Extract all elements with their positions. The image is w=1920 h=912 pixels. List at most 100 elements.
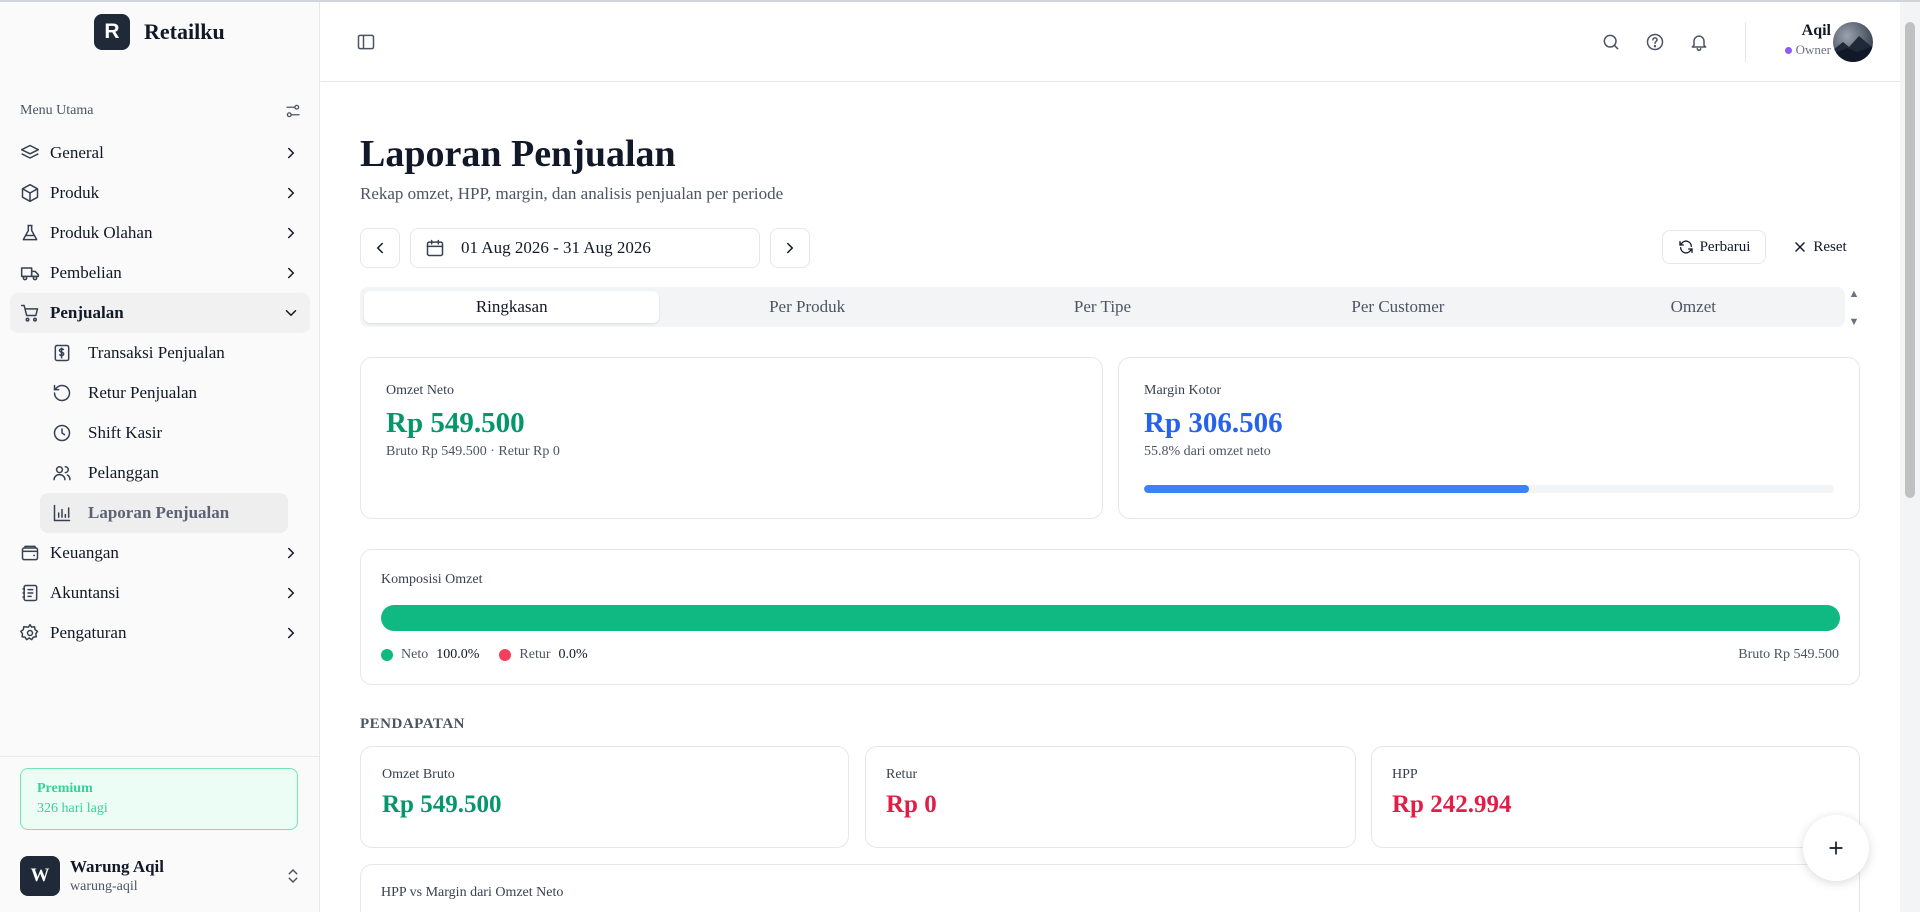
refresh-icon: [1678, 239, 1694, 255]
chevron-right-icon: [282, 184, 300, 202]
sidebar-subitem-shift-kasir[interactable]: Shift Kasir: [40, 413, 288, 453]
cart-icon: [20, 303, 40, 323]
calendar-icon: [425, 238, 445, 258]
next-period-button[interactable]: [770, 228, 810, 268]
bell-icon[interactable]: [1689, 32, 1709, 52]
margin-progress-track: [1144, 485, 1834, 493]
user-name: Aqil: [1801, 22, 1831, 39]
sidebar-subitem-retur-penjualan[interactable]: Retur Penjualan: [40, 373, 288, 413]
sidebar-divider: [0, 756, 320, 757]
omzet-neto-sub: Bruto Rp 549.500 · Retur Rp 0: [386, 444, 560, 459]
margin-progress-fill: [1144, 485, 1530, 493]
tab-omzet[interactable]: Omzet: [1546, 291, 1841, 323]
clock-icon: [52, 423, 72, 443]
help-icon[interactable]: [1645, 32, 1665, 52]
date-range-picker[interactable]: 01 Aug 2026 - 31 Aug 2026: [410, 228, 760, 268]
receipt-icon: [52, 343, 72, 363]
sidebar-subitem-label: Shift Kasir: [88, 423, 163, 442]
margin-kotor-sub: 55.8% dari omzet neto: [1144, 444, 1271, 459]
sidebar-toggle-icon[interactable]: [356, 32, 376, 52]
triangle-down-icon[interactable]: ▼: [1849, 316, 1860, 328]
search-icon[interactable]: [1601, 32, 1621, 52]
scrollbar-thumb[interactable]: [1905, 22, 1915, 498]
sidebar-item-label: Akuntansi: [50, 583, 120, 602]
tab-per-tipe[interactable]: Per Tipe: [955, 291, 1250, 323]
store-switcher[interactable]: W Warung Aqil warung-aqil: [20, 855, 302, 897]
legend-dot-neto: [381, 649, 393, 661]
refresh-label: Perbarui: [1699, 238, 1751, 255]
chevrons-up-down-icon: [284, 867, 302, 885]
legend-retur-value: 0.0%: [558, 647, 588, 662]
gear-icon: [20, 623, 40, 643]
store-slug: warung-aqil: [70, 879, 138, 894]
margin-kotor-label: Margin Kotor: [1144, 383, 1222, 398]
chevron-right-icon: [282, 584, 300, 602]
triangle-up-icon[interactable]: ▲: [1849, 288, 1860, 300]
tabs-scroll-arrows[interactable]: ▲ ▼: [1846, 288, 1862, 328]
sidebar-item-produk-olahan[interactable]: Produk Olahan: [10, 213, 310, 253]
tab-per-customer[interactable]: Per Customer: [1250, 291, 1545, 323]
page-subtitle: Rekap omzet, HPP, margin, dan analisis p…: [360, 184, 784, 203]
sidebar-subitem-transaksi-penjualan[interactable]: Transaksi Penjualan: [40, 333, 288, 373]
header-divider: [1745, 22, 1746, 62]
refresh-button[interactable]: Perbarui: [1662, 230, 1766, 264]
omzet-neto-label: Omzet Neto: [386, 383, 455, 398]
premium-badge[interactable]: Premium 326 hari lagi: [20, 768, 298, 830]
sidebar-item-akuntansi[interactable]: Akuntansi: [10, 573, 310, 613]
user-menu[interactable]: Aqil Owner: [1761, 22, 1831, 58]
undo-icon: [52, 383, 72, 403]
premium-title: Premium: [37, 781, 93, 796]
sidebar-subitem-laporan-penjualan[interactable]: Laporan Penjualan: [40, 493, 288, 533]
chevron-right-icon: [282, 144, 300, 162]
sidebar-item-pembelian[interactable]: Pembelian: [10, 253, 310, 293]
hpp-vs-margin-label: HPP vs Margin dari Omzet Neto: [381, 885, 564, 900]
close-icon: [1793, 240, 1807, 254]
reset-button[interactable]: Reset: [1788, 230, 1852, 264]
sidebar-subitem-pelanggan[interactable]: Pelanggan: [40, 453, 288, 493]
sidebar-item-produk[interactable]: Produk: [10, 173, 310, 213]
menu-header: Menu Utama: [20, 102, 302, 120]
prev-period-button[interactable]: [360, 228, 400, 268]
page-scrollbar[interactable]: [1900, 2, 1920, 912]
brand-logo: R: [94, 14, 130, 50]
tab-per-produk[interactable]: Per Produk: [659, 291, 954, 323]
menu-title: Menu Utama: [20, 103, 94, 118]
chevron-right-icon: [282, 264, 300, 282]
sidebar-item-label: Pembelian: [50, 263, 122, 282]
hpp-label: HPP: [1392, 767, 1418, 782]
reset-label: Reset: [1813, 238, 1847, 255]
avatar[interactable]: [1833, 22, 1873, 62]
margin-kotor-card: Margin Kotor Rp 306.506 55.8% dari omzet…: [1118, 357, 1860, 519]
sidebar-item-keuangan[interactable]: Keuangan: [10, 533, 310, 573]
komposisi-bar: [381, 605, 1840, 631]
chevron-left-icon: [371, 239, 389, 257]
store-logo: W: [20, 856, 60, 896]
komposisi-legend: Neto 100.0% Retur 0.0%: [381, 647, 608, 663]
brand-name: Retailku: [144, 19, 225, 44]
date-range-value: 01 Aug 2026 - 31 Aug 2026: [461, 238, 651, 257]
users-icon: [52, 463, 72, 483]
chevron-right-icon: [282, 624, 300, 642]
sidebar-item-penjualan[interactable]: Penjualan: [10, 293, 310, 333]
chevron-right-icon: [282, 544, 300, 562]
ledger-icon: [20, 583, 40, 603]
omzet-bruto-value: Rp 549.500: [382, 791, 502, 818]
legend-dot-retur: [499, 649, 512, 661]
brand[interactable]: R Retailku: [94, 14, 225, 50]
tab-ringkasan[interactable]: Ringkasan: [364, 291, 660, 323]
sidebar-item-pengaturan[interactable]: Pengaturan: [10, 613, 310, 653]
sidebar-item-general[interactable]: General: [10, 133, 310, 173]
legend-neto: Neto 100.0%: [381, 647, 479, 663]
chevron-right-icon: [781, 239, 799, 257]
omzet-bruto-label: Omzet Bruto: [382, 767, 455, 782]
sidebar-item-label: Penjualan: [50, 303, 124, 322]
komposisi-neto-segment: [381, 605, 1840, 631]
hpp-vs-margin-card: HPP vs Margin dari Omzet Neto: [360, 864, 1860, 912]
add-fab-button[interactable]: [1803, 815, 1869, 881]
hpp-value: Rp 242.994: [1392, 791, 1512, 818]
retur-card: Retur Rp 0: [865, 746, 1356, 848]
flask-icon: [20, 223, 40, 243]
sliders-icon[interactable]: [284, 102, 302, 120]
store-name: Warung Aqil: [70, 857, 165, 876]
legend-neto-label: Neto: [401, 647, 429, 662]
